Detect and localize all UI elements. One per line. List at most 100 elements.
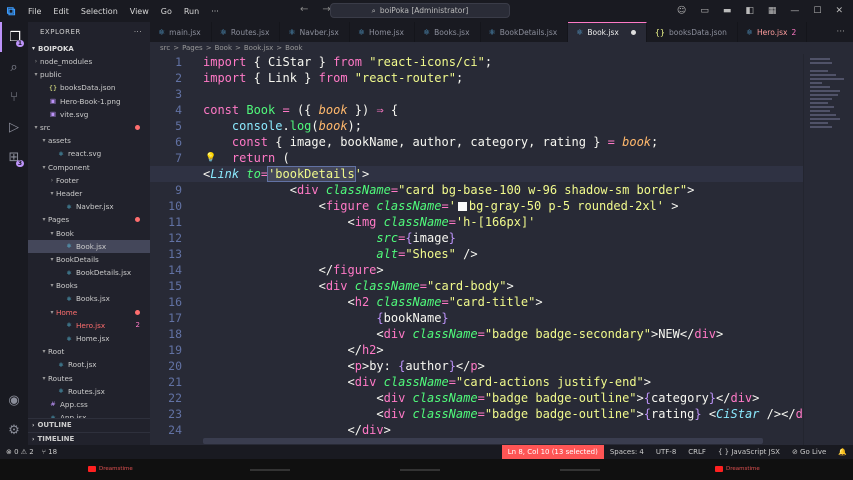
code-line: console.log(book); [231,119,362,133]
code-line: <figure className=' bg-gray-50 p-5 rounde… [318,199,679,213]
tree-item[interactable]: {} booksData.json [28,81,150,94]
tab-routes-jsx[interactable]: ⚛ Routes.jsx [212,22,281,42]
layout-panel-icon[interactable]: ▬ [723,6,732,16]
tree-item[interactable]: # App.css [28,398,150,411]
copilot-icon[interactable]: ☺ [677,6,686,16]
tab-main-jsx[interactable]: ⚛ main.jsx [150,22,212,42]
breadcrumb-item[interactable]: Book [215,44,232,52]
run-debug-icon[interactable]: ▷ [0,112,28,142]
tree-item[interactable]: ⚛ BookDetails.jsx [28,266,150,279]
tree-item[interactable]: ▾ BookDetails [28,253,150,266]
source-control-icon[interactable]: ⑂ [0,82,28,112]
menu-item-view[interactable]: View [124,7,155,16]
tree-item[interactable]: › node_modules [28,55,150,68]
tree-item-label: Routes.jsx [68,386,105,396]
menu-item-selection[interactable]: Selection [75,7,124,16]
back-arrow-icon[interactable]: ← [300,4,308,15]
tree-item[interactable]: ▾ Root [28,345,150,358]
layout-icon[interactable]: ▭ [700,6,709,16]
line-number: 16 [168,295,182,309]
tree-item[interactable]: ▾ Header [28,187,150,200]
tab-home-jsx[interactable]: ⚛ Home.jsx [350,22,415,42]
unsaved-dot-icon[interactable] [630,30,636,35]
horizontal-scrollbar[interactable] [203,438,763,444]
status-item[interactable]: UTF-8 [650,445,682,459]
more-tabs-icon[interactable]: ··· [828,22,853,42]
breadcrumb-item[interactable]: Book.jsx [244,44,273,52]
tab-book-jsx[interactable]: ⚛ Book.jsx [568,22,647,42]
tree-item[interactable]: ▾ Book [28,226,150,239]
tree-item[interactable]: ▾ Home [28,306,150,319]
status-item[interactable]: Ln 8, Col 10 (13 selected) [501,445,604,459]
outline-section[interactable]: › OUTLINE [28,418,150,431]
breadcrumb-item[interactable]: Book [285,44,302,52]
status-item[interactable]: Spaces: 4 [604,445,650,459]
tree-item[interactable]: ⚛ Hero.jsx 2 [28,319,150,332]
tree-item-label: BookDetails.jsx [76,268,132,278]
tab-navber-jsx[interactable]: ⚛ Navber.jsx [280,22,350,42]
menu-item-run[interactable]: Run [178,7,205,16]
menu-item-moremoremore[interactable]: ··· [205,7,225,16]
tree-item[interactable]: ⚛ Routes.jsx [28,385,150,398]
layout-sidebar-icon[interactable]: ◧ [745,6,754,16]
account-icon[interactable]: ◉ [0,385,28,415]
line-number: 7 [175,151,182,165]
settings-gear-icon[interactable]: ⚙ [0,415,28,445]
tree-item[interactable]: ⚛ Home.jsx [28,332,150,345]
status-item[interactable]: CRLF [682,445,712,459]
tab-bookdetails-jsx[interactable]: ⚛ BookDetails.jsx [481,22,569,42]
project-root[interactable]: ▾ BOIPOKA [28,42,150,55]
status-item[interactable]: ⊘ Go Live [786,445,832,459]
problems-status[interactable]: ⊗ 0 ⚠ 2 [6,448,34,456]
close-icon[interactable]: ✕ [835,6,843,16]
minimap[interactable] [803,54,853,445]
react-file-icon: ⚛ [58,360,64,369]
menu-item-go[interactable]: Go [155,7,178,16]
tree-item[interactable]: ▣ vite.svg [28,108,150,121]
more-actions-icon[interactable]: ··· [134,28,142,36]
chevron-down-icon: ▾ [42,163,46,171]
tree-item[interactable]: ▾ Pages [28,213,150,226]
timeline-section[interactable]: › TIMELINE [28,432,150,445]
breadcrumb-item[interactable]: src [160,44,170,52]
minimap-line [810,98,832,100]
tree-item[interactable]: ▾ public [28,68,150,81]
breadcrumb-item[interactable]: Pages [182,44,203,52]
video-taskbar: Dreamstime Dreamstime [0,459,853,480]
explorer-icon[interactable]: ❐ 1 [0,22,28,52]
tree-item[interactable]: ▾ Component [28,161,150,174]
tree-item[interactable]: ⚛ react.svg [28,147,150,160]
status-item[interactable]: { } JavaScript JSX [712,445,786,459]
tree-item[interactable]: ▾ src [28,121,150,134]
tree-item[interactable]: ⚛ Book.jsx [28,239,150,253]
tree-item[interactable]: ▾ assets [28,134,150,147]
chevron-down-icon: ▾ [42,348,46,356]
tab-booksdata-json[interactable]: {} booksData.json [647,22,738,42]
tree-item-label: Routes [48,373,73,383]
extensions-icon[interactable]: ⊞ 3 [0,142,28,172]
code-editor[interactable]: 123456789101112131415161718192021222324 … [150,54,803,445]
tree-item-label: assets [48,136,71,146]
layout-custom-icon[interactable]: ▦ [768,6,777,16]
minimize-icon[interactable]: — [790,6,799,16]
menu-item-file[interactable]: File [22,7,47,16]
code-line: </div> [347,423,391,437]
tree-item[interactable]: ▾ Routes [28,372,150,385]
menu-item-edit[interactable]: Edit [47,7,75,16]
ports-status[interactable]: ⑂ 18 [42,448,57,456]
tab-books-jsx[interactable]: ⚛ Books.jsx [415,22,481,42]
tree-item[interactable]: ▾ Books [28,279,150,292]
tree-item-label: Home.jsx [76,334,110,344]
status-item[interactable]: 🔔 [832,445,853,459]
tree-item[interactable]: ▣ Hero-Book-1.png [28,95,150,108]
tree-item[interactable]: ⚛ Root.jsx [28,358,150,371]
tab-hero-jsx[interactable]: ⚛ Hero.jsx 2 [738,22,808,42]
tree-item[interactable]: ⚛ Navber.jsx [28,200,150,213]
maximize-icon[interactable]: ☐ [813,6,821,16]
search-activity-icon[interactable]: ⌕ [0,52,28,82]
command-center-search[interactable]: ⌕ boiPoka [Administrator] [330,3,510,18]
tree-item[interactable]: › Footer [28,174,150,187]
code-content[interactable]: import { CiStar } from "react-icons/ci";… [150,54,803,438]
tree-item[interactable]: ⚛ Books.jsx [28,292,150,305]
code-line: <img className='h-[166px]' [347,215,536,229]
